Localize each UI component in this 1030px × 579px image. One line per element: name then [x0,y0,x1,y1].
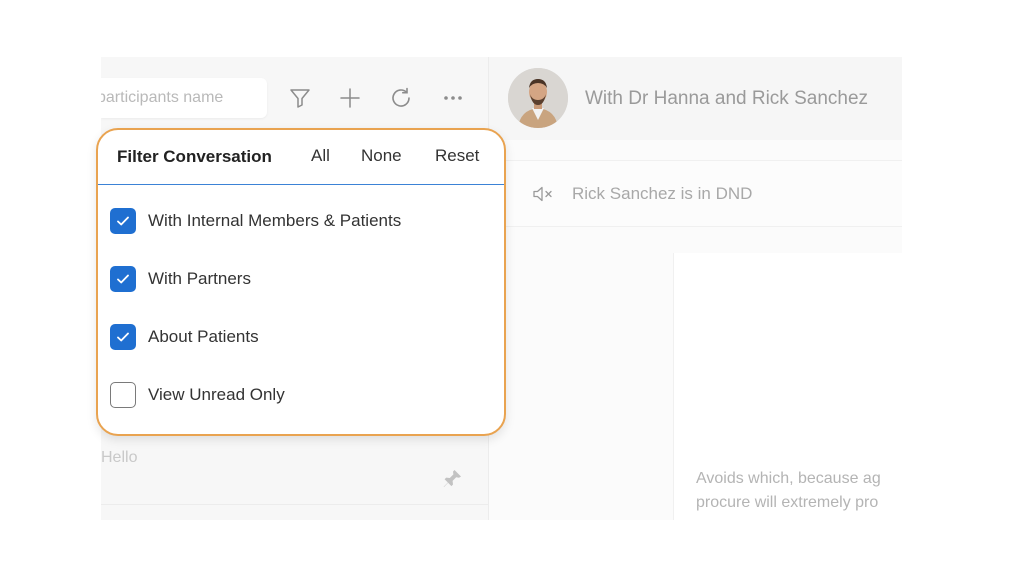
plus-icon[interactable] [336,84,364,112]
dnd-status-bar: Rick Sanchez is in DND [489,160,902,227]
checkbox-checked[interactable] [110,208,136,234]
pin-icon[interactable] [440,467,464,491]
message-line: procure will extremely pro [696,494,879,511]
check-icon [117,216,129,226]
filter-option-label: With Partners [148,269,251,288]
filter-option-about-patients[interactable]: About Patients [110,324,490,354]
filter-option-label: With Internal Members & Patients [148,211,402,230]
message-text: Avoids which, because ag procure will ex… [696,467,902,515]
filter-option-label: About Patients [148,327,259,346]
select-all-button[interactable]: All [311,146,330,166]
avatar[interactable] [508,68,568,128]
filter-header: Filter Conversation All None Reset [98,130,504,185]
filter-option-partners[interactable]: With Partners [110,266,490,296]
filter-conversation-popover: Filter Conversation All None Reset With … [96,128,506,436]
checkbox-unchecked[interactable] [110,382,136,408]
filter-option-internal-members[interactable]: With Internal Members & Patients [110,208,490,238]
chat-panel: With Dr Hanna and Rick Sanchez Rick Sanc… [489,57,902,520]
check-icon [117,274,129,284]
filter-icon[interactable] [286,84,314,112]
conversation-preview-text: Hello [101,449,138,466]
select-none-button[interactable]: None [361,146,402,166]
chat-title: With Dr Hanna and Rick Sanchez [585,88,869,109]
filter-option-label: View Unread Only [148,385,285,404]
message-bubble: Avoids which, because ag procure will ex… [673,253,902,520]
reset-button[interactable]: Reset [435,146,479,166]
participant-search-input[interactable] [101,78,257,118]
chat-header: With Dr Hanna and Rick Sanchez [489,57,902,140]
dnd-status-text: Rick Sanchez is in DND [572,184,753,203]
check-icon [117,332,129,342]
list-divider [101,504,488,505]
search-box[interactable] [101,78,267,118]
filter-option-unread-only[interactable]: View Unread Only [110,382,490,412]
refresh-icon[interactable] [387,84,415,112]
message-line: Avoids which, because ag [696,470,881,487]
checkbox-checked[interactable] [110,324,136,350]
filter-title: Filter Conversation [117,147,272,166]
checkbox-checked[interactable] [110,266,136,292]
muted-speaker-icon [532,185,556,203]
more-horizontal-icon[interactable] [439,84,467,112]
